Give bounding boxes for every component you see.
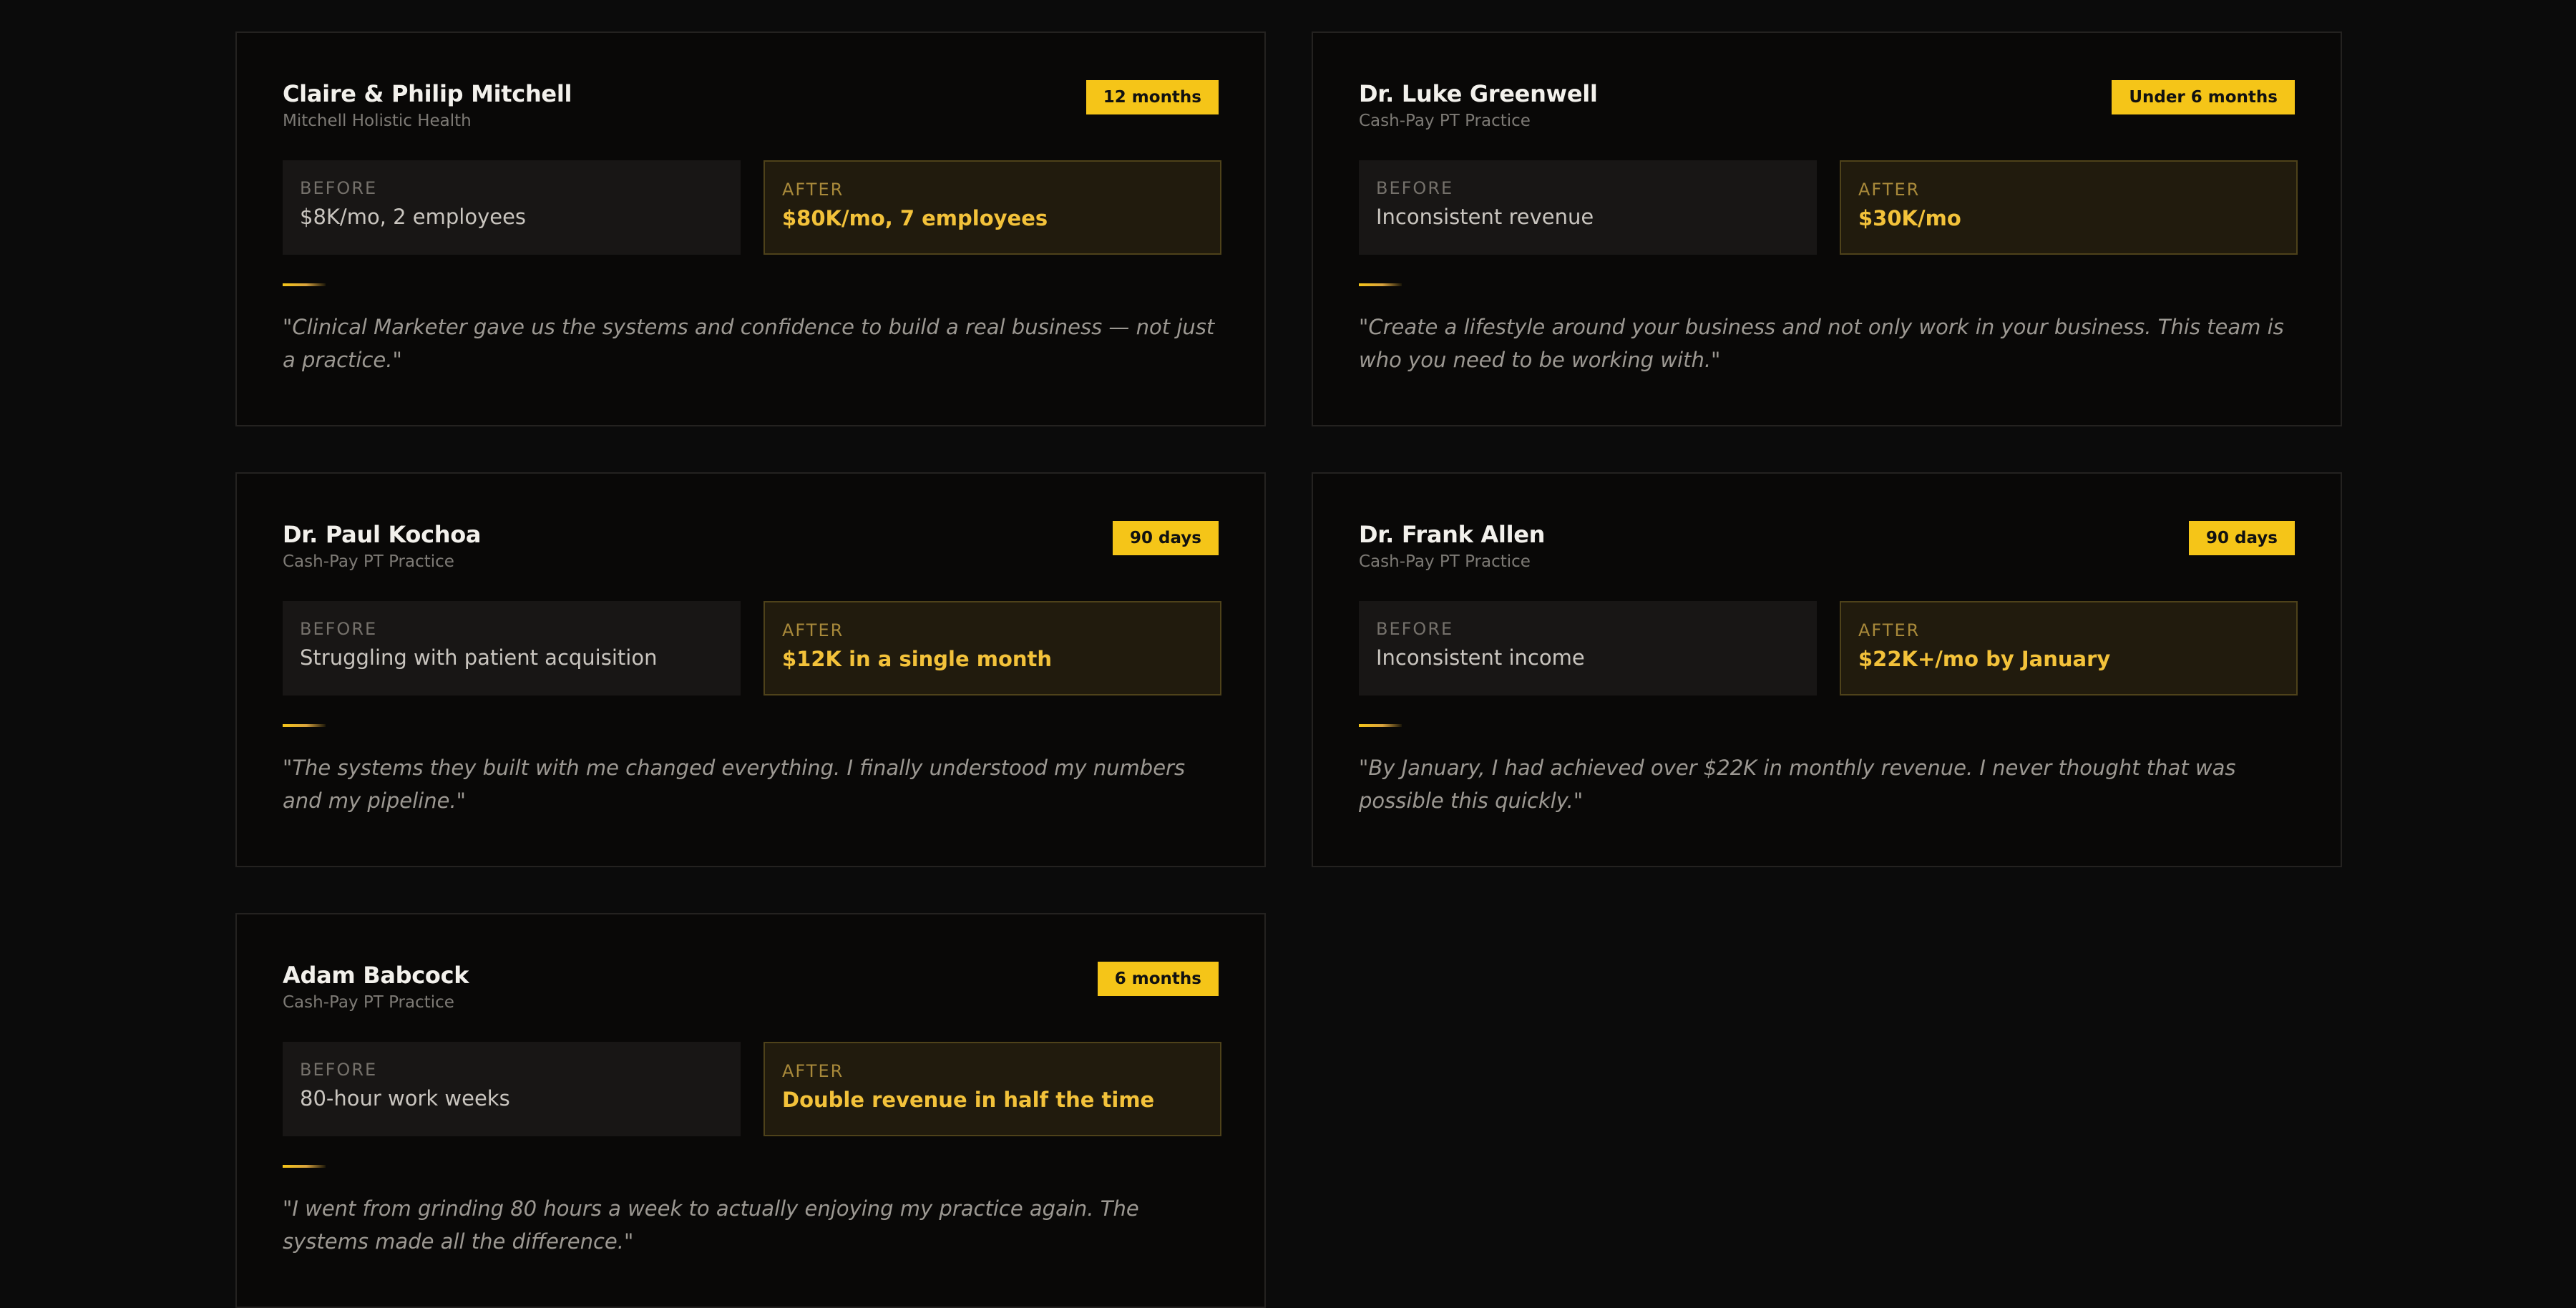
- client-info: Dr. Frank Allen Cash-Pay PT Practice: [1359, 519, 1545, 572]
- testimonial-quote: "I went from grinding 80 hours a week to…: [283, 1196, 1139, 1254]
- before-box: BEFORE $8K/mo, 2 employees: [283, 160, 741, 255]
- after-label: AFTER: [1858, 180, 1921, 200]
- timeframe-badge: Under 6 months: [2112, 80, 2295, 114]
- before-value: Inconsistent revenue: [1376, 205, 1594, 229]
- accent-divider: [283, 724, 326, 727]
- before-label: BEFORE: [1376, 178, 1454, 198]
- before-value: Inconsistent income: [1376, 645, 1585, 670]
- after-label: AFTER: [782, 180, 844, 200]
- card-header: Dr. Luke Greenwell Cash-Pay PT Practice …: [1359, 79, 2295, 132]
- testimonial-quote: "Clinical Marketer gave us the systems a…: [283, 315, 1215, 372]
- practice-name: Cash-Pay PT Practice: [283, 993, 454, 1012]
- before-value: 80-hour work weeks: [300, 1086, 510, 1111]
- client-name: Dr. Frank Allen: [1359, 521, 1546, 548]
- testimonial-card: Dr. Frank Allen Cash-Pay PT Practice 90 …: [1312, 472, 2342, 867]
- client-info: Dr. Paul Kochoa Cash-Pay PT Practice: [283, 519, 482, 572]
- after-box: AFTER $30K/mo: [1840, 160, 2298, 255]
- practice-name: Cash-Pay PT Practice: [1359, 552, 1531, 571]
- card-header: Dr. Frank Allen Cash-Pay PT Practice 90 …: [1359, 519, 2295, 572]
- accent-divider: [283, 1165, 326, 1168]
- timeframe-badge: 90 days: [1113, 521, 1219, 555]
- testimonial-card: Adam Babcock Cash-Pay PT Practice 6 mont…: [235, 913, 1266, 1308]
- after-box: AFTER Double revenue in half the time: [763, 1042, 1221, 1136]
- before-label: BEFORE: [1376, 619, 1454, 639]
- before-after-row: BEFORE 80-hour work weeks AFTER Double r…: [283, 1042, 1221, 1136]
- card-header: Dr. Paul Kochoa Cash-Pay PT Practice 90 …: [283, 519, 1219, 572]
- after-value: $22K+/mo by January: [1858, 647, 2111, 671]
- practice-name: Cash-Pay PT Practice: [283, 552, 454, 571]
- before-after-row: BEFORE $8K/mo, 2 employees AFTER $80K/mo…: [283, 160, 1221, 255]
- testimonials-grid: Claire & Philip Mitchell Mitchell Holist…: [235, 31, 2342, 1308]
- after-label: AFTER: [782, 620, 844, 640]
- after-label: AFTER: [1858, 620, 1921, 640]
- before-value: Struggling with patient acquisition: [300, 645, 658, 670]
- timeframe-badge: 6 months: [1097, 962, 1219, 996]
- before-box: BEFORE Struggling with patient acquisiti…: [283, 601, 741, 696]
- before-after-row: BEFORE Inconsistent income AFTER $22K+/m…: [1359, 601, 2298, 696]
- practice-name: Mitchell Holistic Health: [283, 112, 472, 130]
- card-header: Adam Babcock Cash-Pay PT Practice 6 mont…: [283, 960, 1219, 1013]
- before-value: $8K/mo, 2 employees: [300, 205, 527, 229]
- practice-name: Cash-Pay PT Practice: [1359, 112, 1531, 130]
- testimonial-quote: "By January, I had achieved over $22K in…: [1359, 756, 2236, 813]
- after-value: $12K in a single month: [782, 647, 1053, 671]
- client-name: Dr. Luke Greenwell: [1359, 80, 1598, 107]
- before-label: BEFORE: [300, 619, 378, 639]
- after-box: AFTER $12K in a single month: [763, 601, 1221, 696]
- card-header: Claire & Philip Mitchell Mitchell Holist…: [283, 79, 1219, 132]
- accent-divider: [283, 283, 326, 286]
- after-box: AFTER $80K/mo, 7 employees: [763, 160, 1221, 255]
- client-info: Claire & Philip Mitchell Mitchell Holist…: [283, 79, 572, 132]
- after-label: AFTER: [782, 1061, 844, 1081]
- testimonial-card: Dr. Paul Kochoa Cash-Pay PT Practice 90 …: [235, 472, 1266, 867]
- after-value: $80K/mo, 7 employees: [782, 206, 1048, 230]
- after-box: AFTER $22K+/mo by January: [1840, 601, 2298, 696]
- testimonial-quote: "The systems they built with me changed …: [283, 756, 1186, 813]
- before-label: BEFORE: [300, 1060, 378, 1080]
- after-value: $30K/mo: [1858, 206, 1961, 230]
- accent-divider: [1359, 283, 1402, 286]
- after-value: Double revenue in half the time: [782, 1088, 1155, 1112]
- testimonial-card: Dr. Luke Greenwell Cash-Pay PT Practice …: [1312, 31, 2342, 426]
- client-info: Dr. Luke Greenwell Cash-Pay PT Practice: [1359, 79, 1598, 132]
- before-box: BEFORE 80-hour work weeks: [283, 1042, 741, 1136]
- client-info: Adam Babcock Cash-Pay PT Practice: [283, 960, 469, 1013]
- client-name: Dr. Paul Kochoa: [283, 521, 482, 548]
- testimonial-card: Claire & Philip Mitchell Mitchell Holist…: [235, 31, 1266, 426]
- accent-divider: [1359, 724, 1402, 727]
- before-after-row: BEFORE Struggling with patient acquisiti…: [283, 601, 1221, 696]
- before-after-row: BEFORE Inconsistent revenue AFTER $30K/m…: [1359, 160, 2298, 255]
- testimonial-quote: "Create a lifestyle around your business…: [1359, 315, 2284, 372]
- timeframe-badge: 90 days: [2189, 521, 2295, 555]
- client-name: Adam Babcock: [283, 962, 469, 989]
- client-name: Claire & Philip Mitchell: [283, 80, 572, 107]
- timeframe-badge: 12 months: [1085, 80, 1219, 114]
- before-box: BEFORE Inconsistent income: [1359, 601, 1817, 696]
- before-box: BEFORE Inconsistent revenue: [1359, 160, 1817, 255]
- before-label: BEFORE: [300, 178, 378, 198]
